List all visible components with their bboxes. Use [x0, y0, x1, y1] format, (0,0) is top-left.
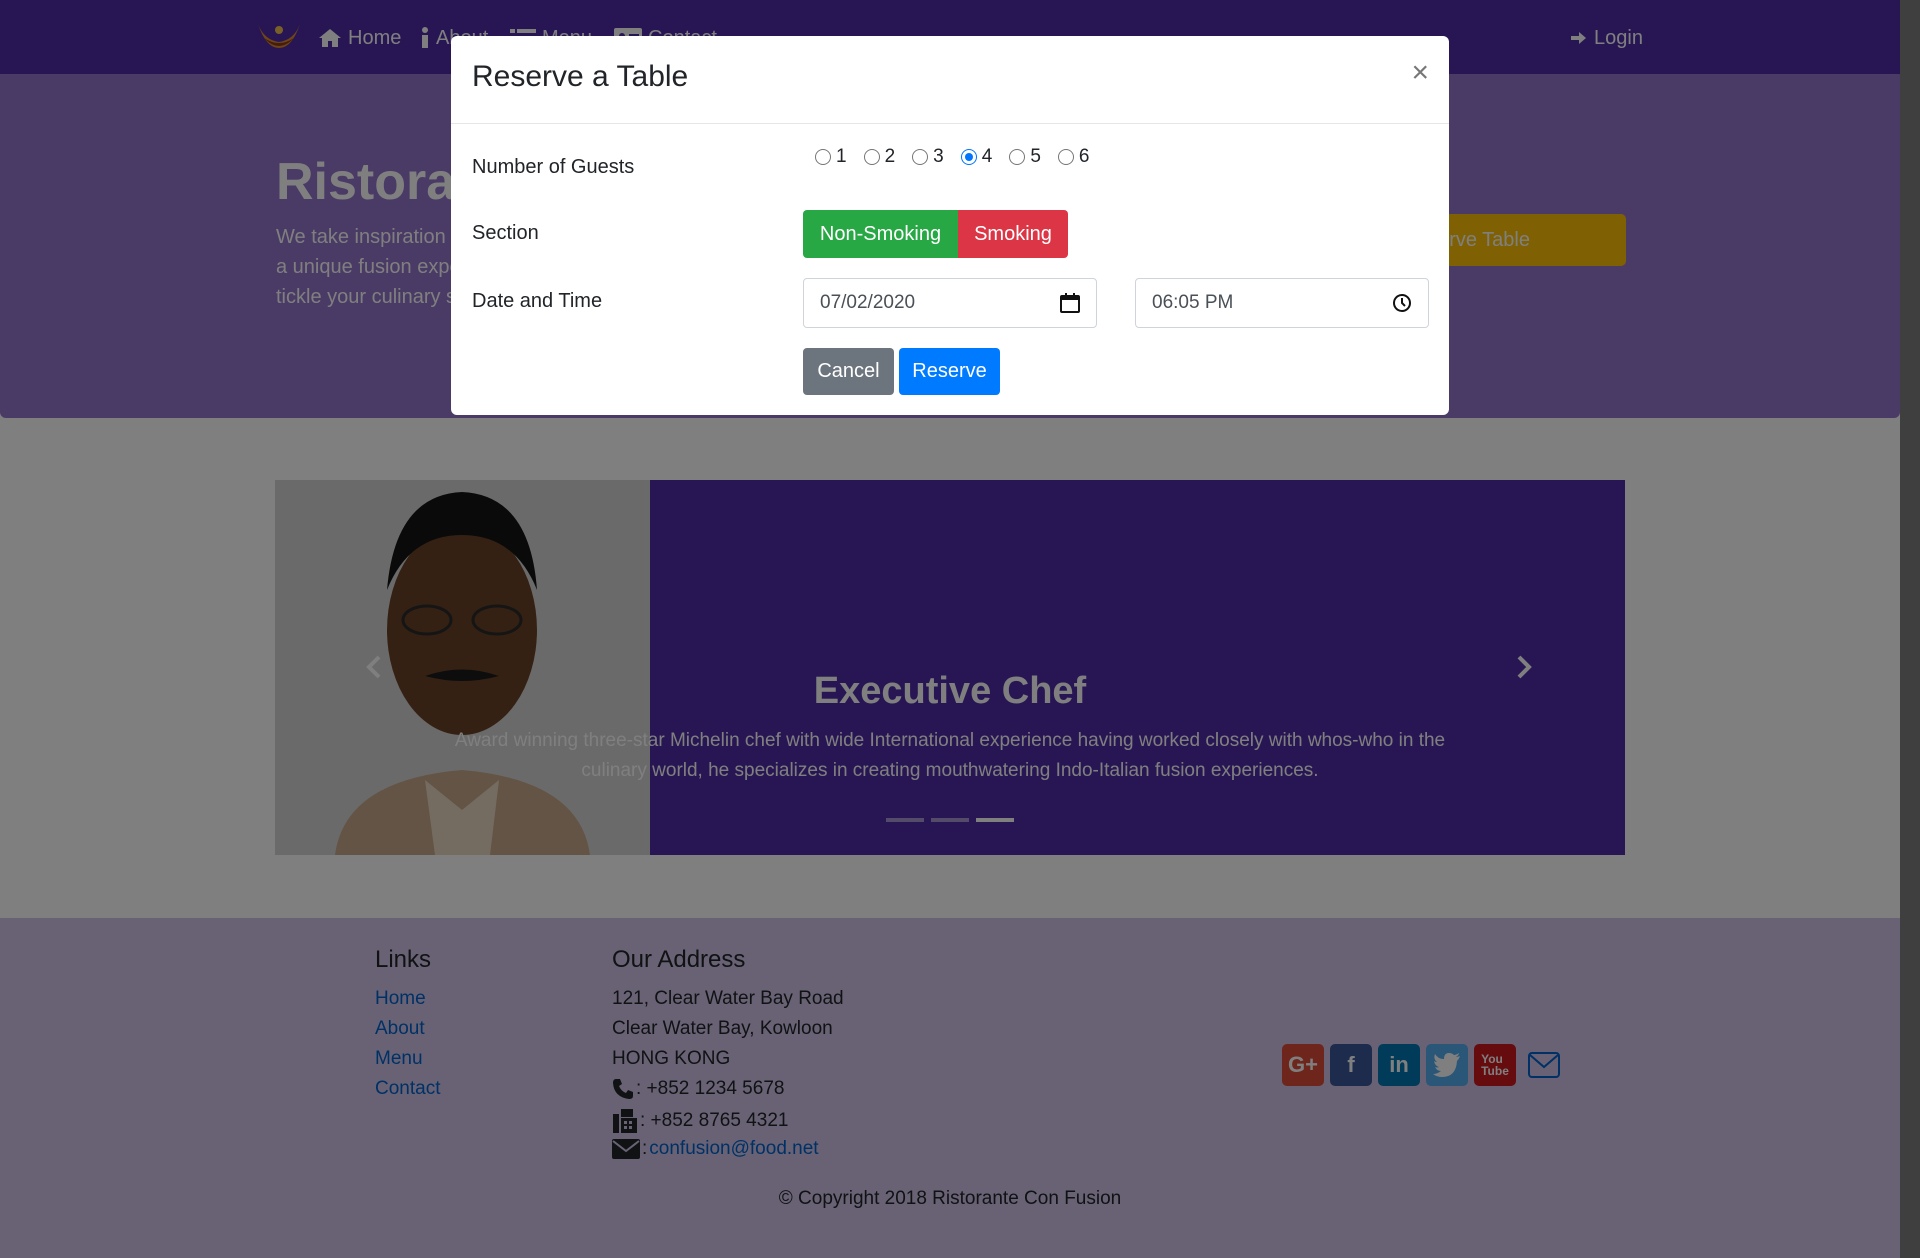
radio-label: 1: [836, 146, 847, 167]
calendar-icon[interactable]: [1060, 293, 1080, 313]
radio-button[interactable]: [912, 149, 929, 165]
non-smoking-button[interactable]: Non-Smoking: [803, 210, 958, 258]
modal-header: Reserve a Table ×: [451, 36, 1449, 124]
radio-button[interactable]: [960, 149, 977, 165]
radio-button[interactable]: [1009, 149, 1026, 165]
smoking-button[interactable]: Smoking: [958, 210, 1068, 258]
radio-label: 5: [1030, 146, 1041, 167]
radio-button[interactable]: [815, 149, 831, 165]
guest-option-2[interactable]: 2: [863, 146, 896, 168]
clock-icon[interactable]: [1392, 293, 1412, 313]
datetime-label: Date and Time: [472, 290, 603, 312]
reserve-table-modal: Reserve a Table × Number of Guests 1 2 3…: [451, 36, 1449, 415]
date-input[interactable]: 07/02/2020: [803, 278, 1097, 328]
radio-label: 6: [1078, 146, 1090, 167]
guest-option-6[interactable]: 6: [1057, 146, 1090, 168]
radio-label: 2: [884, 146, 896, 167]
reserve-button[interactable]: Reserve: [899, 348, 1000, 395]
cancel-button[interactable]: Cancel: [803, 348, 894, 395]
guest-option-4[interactable]: 4: [960, 146, 993, 168]
time-value: 06:05 PM: [1152, 292, 1234, 313]
guest-option-1[interactable]: 1: [815, 146, 847, 168]
modal-title: Reserve a Table: [472, 60, 689, 93]
time-input[interactable]: 06:05 PM: [1135, 278, 1429, 328]
date-value: 07/02/2020: [820, 292, 916, 313]
radio-label: 4: [981, 146, 993, 167]
radio-button[interactable]: [1057, 149, 1074, 165]
scrollbar[interactable]: [1900, 0, 1920, 1258]
guests-label: Number of Guests: [472, 156, 635, 178]
guests-radio-group: 1 2 3 4 5 6: [815, 146, 1106, 168]
radio-button[interactable]: [863, 149, 880, 165]
guest-option-5[interactable]: 5: [1009, 146, 1041, 168]
section-label: Section: [472, 222, 539, 244]
radio-label: 3: [933, 146, 944, 167]
close-icon[interactable]: ×: [1411, 58, 1429, 88]
guest-option-3[interactable]: 3: [912, 146, 944, 168]
